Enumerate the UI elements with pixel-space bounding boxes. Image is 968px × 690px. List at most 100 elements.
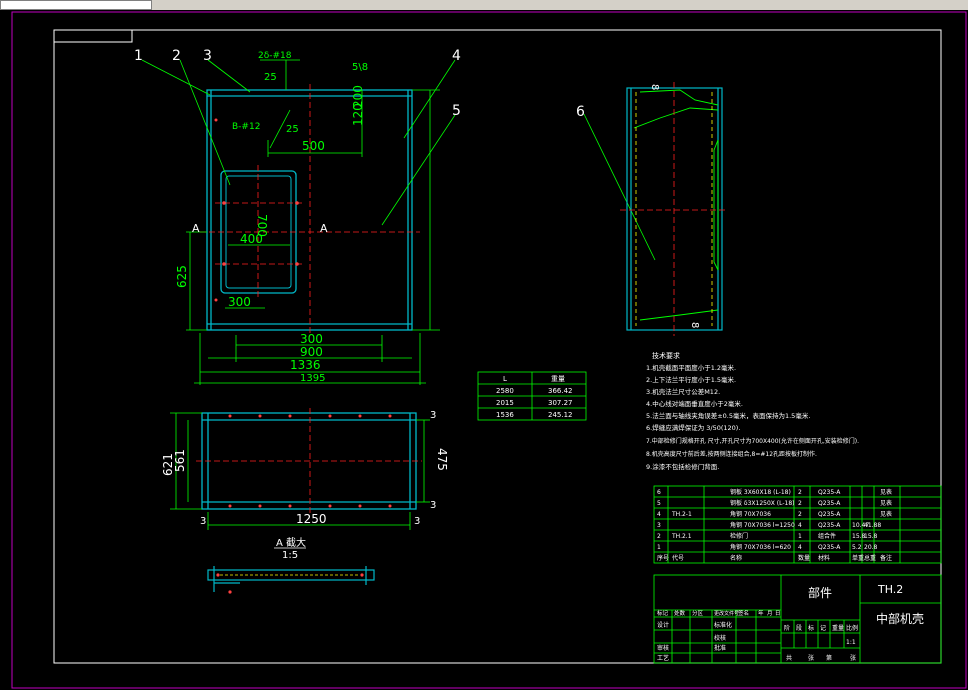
svg-text:6.焊缝应满焊保证为 3/50(120).: 6.焊缝应满焊保证为 3/50(120). [646,423,740,432]
side-dim-8b: 8 [689,322,700,328]
weld-note-b-sub: 25 [286,124,299,135]
svg-text:307.27: 307.27 [548,399,573,407]
balloon-5: 5 [452,103,461,119]
svg-text:设计: 设计 [657,621,669,629]
front-dimension-texts: 500 700 400 300 625 300 900 1336 1395 12… [175,51,368,384]
part-name: 中部机壳 [876,611,924,626]
svg-text:月: 月 [767,610,773,617]
bom-header-total: 总重 [864,554,876,562]
svg-text:阶: 阶 [784,624,790,632]
dim-900: 900 [300,345,323,359]
notes-title: 技术要求 [652,351,680,360]
weld-note-b: B-#12 [232,122,260,132]
bom-cell-material: Q235-A [818,544,841,551]
svg-text:2.上下法兰平行度小于1.5毫米.: 2.上下法兰平行度小于1.5毫米. [646,375,736,384]
bom-cell-qty: 1 [798,533,802,540]
svg-text:处数: 处数 [674,609,686,617]
bom-cell-material: Q235-A [818,500,841,507]
bom-header-no: 序号 [657,554,669,562]
top-note: 5\8 [352,62,368,73]
bom-header-code: 代号 [672,554,684,562]
mini-header-l: L [503,375,507,383]
bom-cell-no: 5 [657,500,661,507]
svg-text:共: 共 [786,654,792,662]
svg-text:4.中心线对端面垂直度小于2毫米.: 4.中心线对端面垂直度小于2毫米. [646,399,743,408]
bom-cell-material: 组合件 [818,532,836,540]
bom-cell-name: 角钢 70X7036 l=620 [730,543,791,551]
dim-1336: 1336 [290,358,321,372]
title-block-texts: 部件 TH.2 中部机壳 标记 处数 分区 更改文件号 签名 年 月 日 设计 … [657,583,924,662]
bom-cell-qty: 4 [798,522,802,529]
svg-text:标准化: 标准化 [714,621,732,629]
bom-cell-no: 2 [657,533,661,540]
dim-200: 200 [351,85,365,108]
weld-note-a: 2δ-#18 [258,51,292,61]
svg-text:3.机壳法兰尺寸公差M12.: 3.机壳法兰尺寸公差M12. [646,387,720,396]
bom-cell-no: 4 [657,511,661,518]
bom-cell-name: 钢板 3X60X18 (L-18) [730,488,791,496]
dim-3c: 3 [430,410,436,421]
bom-cell-total: 20.8 [864,544,878,551]
balloon-3: 3 [203,48,212,64]
dim-475: 475 [435,448,449,471]
svg-text:更改文件号: 更改文件号 [714,610,739,617]
bom-cell-weight: 5.2 [852,544,862,551]
svg-text:2580: 2580 [496,387,514,395]
part-label: 部件 [808,585,832,600]
bom-header-weight: 单重 [852,554,864,562]
bom-cell-total: 41.88 [864,522,881,529]
svg-text:1.机壳截面平面度小于1.2毫米.: 1.机壳截面平面度小于1.2毫米. [646,363,736,372]
svg-text:标: 标 [808,624,814,632]
weld-note-a-sub: 25 [264,72,277,83]
dim-400: 400 [240,232,263,246]
bom-header-remark: 备注 [880,554,892,562]
dim-625: 625 [175,265,189,288]
bom-cell-name: 角钢 70X7036 l=1250 [730,521,795,529]
bom-cell-qty: 2 [798,511,802,518]
svg-text:审核: 审核 [657,644,669,652]
technical-notes: 技术要求 1.机壳截面平面度小于1.2毫米. 2.上下法兰平行度小于1.5毫米.… [646,351,859,471]
dim-1395: 1395 [300,373,325,384]
svg-text:重量: 重量 [832,624,844,632]
svg-text:校核: 校核 [714,634,726,642]
top-centerlines [196,408,422,515]
bom-cell-remark: 见表 [880,499,892,507]
drawing-number: TH.2 [877,583,903,596]
bom-cell-name: 检修门 [730,532,748,540]
bom-cell-material: Q235-A [818,489,841,496]
side-dim-8a: 8 [649,84,660,90]
bom-cell-no: 1 [657,544,661,551]
dim-3b: 3 [414,516,420,527]
svg-text:批准: 批准 [714,644,726,652]
svg-text:8.机壳高度尺寸前后差,按两侧连接组合,8=#12孔距按板打: 8.机壳高度尺寸前后差,按两侧连接组合,8=#12孔距按板打制作. [646,450,817,458]
svg-text:9.涂漆不包括检修门背面.: 9.涂漆不包括检修门背面. [646,462,719,471]
bolt-holes [214,118,299,302]
bom-cell-no: 3 [657,522,661,529]
bom-cell-code: TH.2-1 [671,511,692,518]
balloon-1: 1 [134,48,143,64]
drawing-canvas[interactable]: 500 700 400 300 625 300 900 1336 1395 12… [0,0,968,690]
svg-text:张: 张 [850,654,856,662]
bom-cell-remark: 见表 [880,510,892,518]
svg-text:分区: 分区 [692,609,704,617]
dim-1250: 1250 [296,512,327,526]
balloon-2: 2 [172,48,181,64]
svg-text:2015: 2015 [496,399,514,407]
scale-value: 1:1 [846,639,856,646]
svg-text:7.中部检修门规格开孔 尺寸,开孔尺寸为700X400(允许: 7.中部检修门规格开孔 尺寸,开孔尺寸为700X400(允许在侧面开孔,安装检修… [646,437,859,445]
bom-header-material: 材料 [818,554,830,562]
svg-text:段: 段 [796,624,802,632]
side-dims: 8 8 [649,84,700,328]
svg-text:记: 记 [820,625,826,632]
weight-table-texts: L 重量 2580 366.42 2015 307.27 1536 245.12 [496,375,573,419]
svg-text:5.法兰面与轴线夹角误差±0.5毫米，表面保持为1.5毫米.: 5.法兰面与轴线夹角误差±0.5毫米，表面保持为1.5毫米. [646,411,810,420]
section-a-detail[interactable]: A 截大 1:5 [207,536,375,594]
svg-text:比例: 比例 [846,624,858,632]
dim-300a: 300 [228,295,251,309]
svg-text:366.42: 366.42 [548,387,573,395]
section-scale: 1:5 [282,550,298,561]
bom-cell-qty: 4 [798,544,802,551]
bom-cell-code: TH.2.1 [671,533,692,540]
side-view[interactable] [626,87,723,331]
section-label: A 截大 [276,536,306,549]
